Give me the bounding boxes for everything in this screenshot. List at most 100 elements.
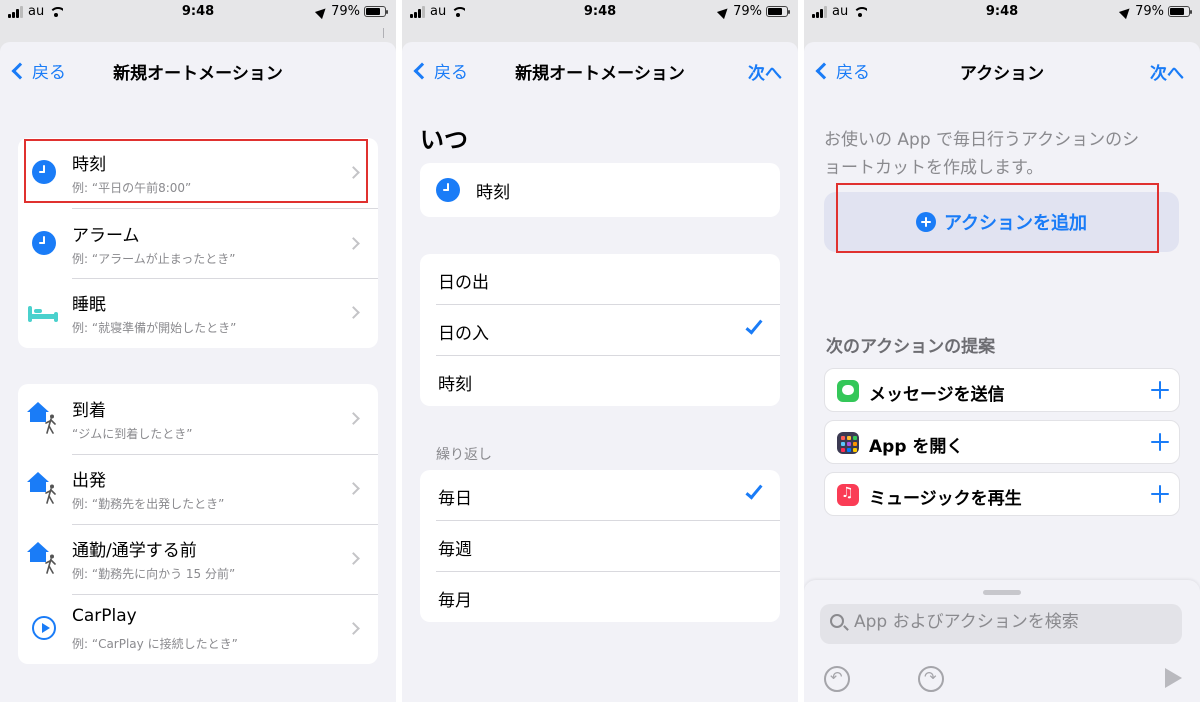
suggestion-open-app[interactable]: App を開く (824, 420, 1180, 464)
repeat-options-list: 毎日 毎週 毎月 (420, 470, 780, 622)
plus-circle-icon (915, 212, 936, 232)
option-sunset[interactable]: 日の入 (420, 304, 780, 355)
when-options-list: 日の出 日の入 時刻 (420, 254, 780, 406)
undo-icon: ↶ (830, 668, 843, 686)
option-label: 毎日 (438, 489, 472, 509)
chevron-right-icon (347, 306, 360, 319)
trigger-time[interactable]: 時刻 例: “平日の午前8:00” (18, 138, 378, 208)
chevron-right-icon (347, 166, 360, 179)
bed-icon (28, 306, 58, 322)
chevron-right-icon (347, 552, 360, 565)
trigger-before-commute[interactable]: 通勤/通学する前 例: “勤務先に向かう 15 分前” (18, 524, 378, 594)
redo-button[interactable]: ↷ (918, 666, 944, 692)
add-icon[interactable] (1151, 381, 1169, 399)
trigger-title: 時刻 (72, 155, 106, 175)
trigger-sleep[interactable]: 睡眠 例: “就寝準備が開始したとき” (18, 278, 378, 348)
trigger-subtitle: 例: “アラームが止まったとき” (72, 252, 236, 266)
trigger-title: アラーム (72, 226, 140, 246)
back-button[interactable]: 戻る (412, 58, 468, 83)
battery-icon (1168, 6, 1192, 17)
trigger-leave[interactable]: 出発 例: “勤務先を出発したとき” (18, 454, 378, 524)
option-label: 毎週 (438, 540, 472, 560)
option-label: 日の出 (438, 273, 489, 293)
section-heading: いつ (420, 126, 468, 154)
option-label: 日の入 (438, 324, 489, 344)
sheet-grabber[interactable] (983, 590, 1021, 595)
trigger-subtitle: 例: “勤務先を出発したとき” (72, 497, 225, 511)
play-icon[interactable] (1165, 668, 1182, 688)
messages-icon (837, 380, 859, 402)
back-label: 戻る (434, 63, 468, 83)
trigger-title: 到着 (72, 401, 106, 421)
intro-line: お使いの App で毎日行うアクションのシ (824, 130, 1140, 150)
search-input[interactable] (854, 612, 1174, 632)
search-icon (830, 614, 844, 628)
option-label: 時刻 (438, 375, 472, 395)
add-icon[interactable] (1151, 433, 1169, 451)
redo-icon: ↷ (924, 668, 937, 686)
next-button[interactable]: 次へ (748, 59, 782, 84)
intro-text: お使いの App で毎日行うアクションのシ ョートカットを作成します。 (824, 126, 1184, 182)
back-button[interactable]: 戻る (814, 58, 870, 83)
nav-bar: 戻る 新規オートメーション (0, 42, 396, 100)
next-button[interactable]: 次へ (1150, 59, 1184, 84)
checkmark-icon (745, 481, 763, 500)
search-field[interactable] (820, 604, 1182, 644)
undo-button[interactable]: ↶ (824, 666, 850, 692)
intro-line: ョートカットを作成します。 (824, 158, 1044, 178)
selected-trigger-label: 時刻 (476, 183, 510, 203)
nav-bar: 戻る 新規オートメーション 次へ (402, 42, 798, 100)
battery-percent: 79% (1135, 4, 1164, 19)
chevron-right-icon (347, 482, 360, 495)
location-icon (315, 4, 330, 19)
chevron-left-icon (815, 62, 833, 79)
repeat-weekly[interactable]: 毎週 (420, 520, 780, 571)
trigger-alarm[interactable]: アラーム 例: “アラームが止まったとき” (18, 208, 378, 278)
repeat-daily[interactable]: 毎日 (420, 470, 780, 520)
nav-bar: 戻る アクション 次へ (804, 42, 1200, 100)
apps-icon (837, 432, 859, 454)
option-time-of-day[interactable]: 時刻 (420, 355, 780, 406)
chevron-right-icon (347, 412, 360, 425)
chevron-right-icon (347, 237, 360, 250)
back-label: 戻る (836, 63, 870, 83)
add-action-button[interactable]: アクションを追加 (824, 192, 1179, 252)
chevron-left-icon (11, 62, 29, 79)
back-button[interactable]: 戻る (10, 58, 66, 83)
home-person-icon (26, 470, 58, 504)
option-sunrise[interactable]: 日の出 (420, 254, 780, 304)
location-icon (1119, 4, 1134, 19)
clock-icon (32, 231, 56, 255)
chevron-right-icon (347, 622, 360, 635)
screen-new-automation: au 9:48 79% 戻る 新規オートメーション 時刻 例: “平日の午前8:… (0, 0, 396, 702)
suggestion-label: ミュージックを再生 (869, 489, 1022, 509)
trigger-title: CarPlay (72, 606, 137, 626)
music-icon (837, 484, 859, 506)
clock-icon (436, 178, 460, 202)
trigger-title: 睡眠 (72, 295, 106, 315)
add-icon[interactable] (1151, 485, 1169, 503)
carplay-icon (32, 616, 56, 640)
battery-icon (766, 6, 790, 17)
suggestion-send-message[interactable]: メッセージを送信 (824, 368, 1180, 412)
clock-icon (32, 160, 56, 184)
screen-actions: au 9:48 79% 戻る アクション 次へ お使いの App で毎日行うアク… (804, 0, 1200, 702)
trigger-subtitle: 例: “平日の午前8:00” (72, 181, 192, 195)
time-trigger-list: 時刻 例: “平日の午前8:00” アラーム 例: “アラームが止まったとき” … (18, 138, 378, 348)
add-action-label: アクションを追加 (943, 213, 1088, 234)
trigger-arrive[interactable]: 到着 “ジムに到着したとき” (18, 384, 378, 454)
battery-percent: 79% (331, 4, 360, 19)
selected-trigger-card: 時刻 (420, 163, 780, 217)
suggestion-play-music[interactable]: ミュージックを再生 (824, 472, 1180, 516)
selected-trigger[interactable]: 時刻 (420, 163, 780, 217)
option-label: 毎月 (438, 591, 472, 611)
back-label: 戻る (32, 63, 66, 83)
status-bar: au 9:48 79% (0, 0, 396, 24)
battery-icon (364, 6, 388, 17)
status-bar: au 9:48 79% (402, 0, 798, 24)
trigger-title: 出発 (72, 471, 106, 491)
trigger-carplay[interactable]: CarPlay 例: “CarPlay に接続したとき” (18, 594, 378, 664)
trigger-subtitle: “ジムに到着したとき” (72, 427, 193, 441)
location-trigger-list: 到着 “ジムに到着したとき” 出発 例: “勤務先を出発したとき” 通勤/通学す… (18, 384, 378, 664)
repeat-monthly[interactable]: 毎月 (420, 571, 780, 622)
